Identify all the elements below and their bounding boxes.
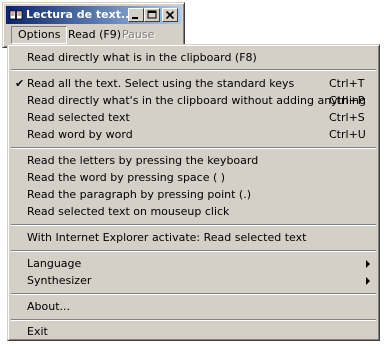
- menu-item-label: Read selected text on mouseup click: [27, 205, 230, 218]
- submenu-arrow-icon: [366, 277, 370, 285]
- menu-item-language[interactable]: Language: [11, 255, 376, 272]
- menu-item-label: With Internet Explorer activate: Read se…: [27, 231, 307, 244]
- menu-item-label: Read directly what is in the clipboard (…: [27, 51, 257, 64]
- menu-item-read-clipboard-raw[interactable]: Read directly what's in the clipboard wi…: [11, 92, 376, 109]
- menu-bar: Options Read (F9) Pause: [6, 26, 183, 44]
- menu-separator: [11, 224, 376, 226]
- menu-item-read-word-space[interactable]: Read the word by pressing space ( ): [11, 169, 376, 186]
- menu-item-label: Read word by word: [27, 128, 133, 141]
- menu-item-read-word-by-word[interactable]: Read word by word Ctrl+U: [11, 126, 376, 143]
- menu-item-label: Synthesizer: [27, 274, 92, 287]
- options-dropdown-menu: Read directly what is in the clipboard (…: [7, 44, 380, 341]
- menu-item-shortcut: Ctrl+S: [329, 111, 365, 124]
- menu-separator: [11, 69, 376, 71]
- menu-options[interactable]: Options: [11, 26, 68, 44]
- menu-item-label: Read all the text. Select using the stan…: [27, 77, 295, 90]
- menu-item-label: Exit: [27, 325, 48, 338]
- menu-item-shortcut: Ctrl+U: [329, 128, 366, 141]
- menu-item-read-selected[interactable]: Read selected text Ctrl+S: [11, 109, 376, 126]
- menu-item-label: Read selected text: [27, 111, 130, 124]
- maximize-icon: [147, 10, 157, 19]
- app-window: Lectura de text... Options Read (F9) Pau…: [2, 2, 185, 48]
- menu-item-about[interactable]: About...: [11, 298, 376, 315]
- minimize-button[interactable]: [128, 8, 144, 22]
- menu-pause: Pause: [122, 28, 155, 41]
- submenu-arrow-icon: [366, 260, 370, 268]
- menu-item-label: Read the letters by pressing the keyboar…: [27, 154, 259, 167]
- menu-separator: [11, 250, 376, 252]
- checkmark-icon: ✔: [15, 77, 25, 90]
- menu-item-read-clipboard[interactable]: Read directly what is in the clipboard (…: [11, 49, 376, 66]
- menu-item-label: Read directly what's in the clipboard wi…: [27, 94, 366, 107]
- minimize-icon: [132, 17, 138, 19]
- menu-item-exit[interactable]: Exit: [11, 323, 376, 340]
- menu-item-read-all-text[interactable]: ✔ Read all the text. Select using the st…: [11, 75, 376, 92]
- menu-item-label: Read the paragraph by pressing point (.): [27, 188, 251, 201]
- title-bar[interactable]: Lectura de text...: [6, 6, 181, 24]
- menu-item-read-letters[interactable]: Read the letters by pressing the keyboar…: [11, 152, 376, 169]
- menu-item-synthesizer[interactable]: Synthesizer: [11, 272, 376, 289]
- menu-item-shortcut: Ctrl+P: [329, 94, 365, 107]
- menu-item-label: Language: [27, 257, 82, 270]
- book-icon: [9, 10, 23, 20]
- menu-item-label: Read the word by pressing space ( ): [27, 171, 226, 184]
- close-button[interactable]: [162, 8, 178, 22]
- menu-item-internet-explorer[interactable]: With Internet Explorer activate: Read se…: [11, 229, 376, 246]
- close-icon: [165, 10, 175, 20]
- menu-separator: [11, 147, 376, 149]
- menu-separator: [11, 319, 376, 321]
- menu-item-label: About...: [27, 300, 71, 313]
- window-title: Lectura de text...: [26, 8, 134, 21]
- menu-separator: [11, 293, 376, 295]
- menu-item-read-paragraph[interactable]: Read the paragraph by pressing point (.): [11, 186, 376, 203]
- menu-item-read-on-mouseup[interactable]: Read selected text on mouseup click: [11, 203, 376, 220]
- menu-item-shortcut: Ctrl+T: [329, 77, 365, 90]
- maximize-button[interactable]: [144, 8, 160, 22]
